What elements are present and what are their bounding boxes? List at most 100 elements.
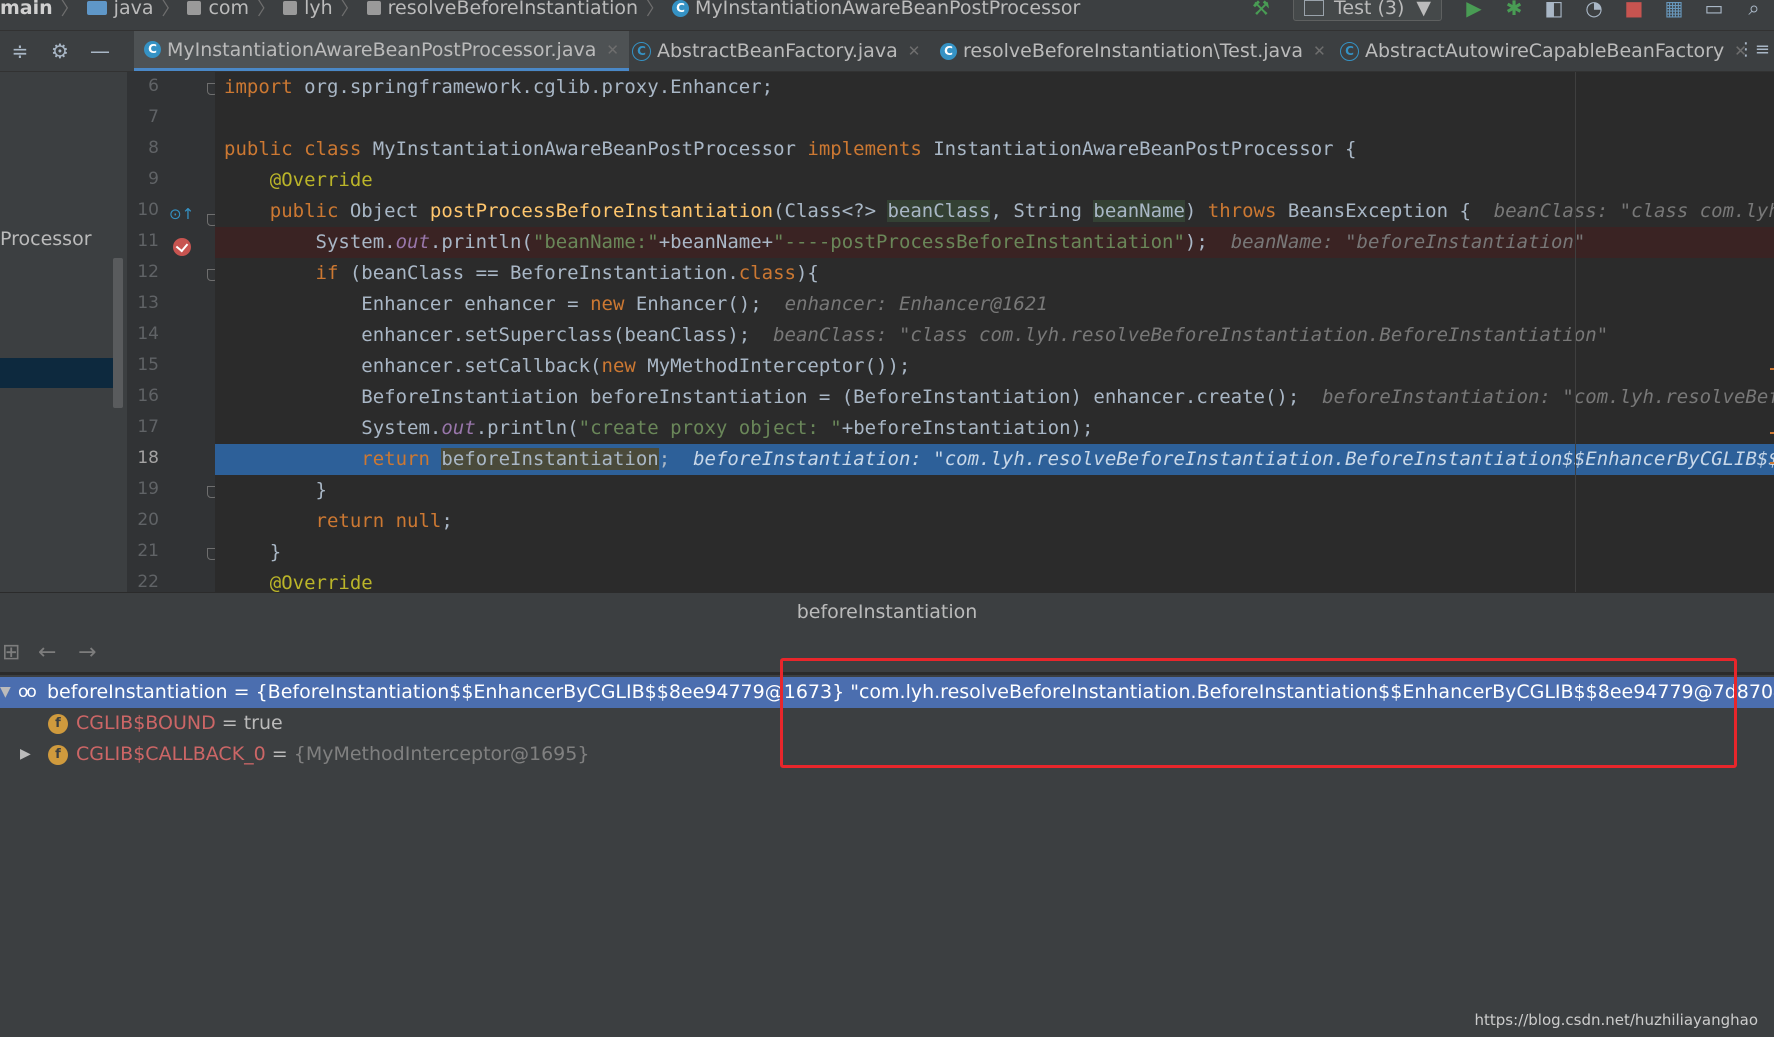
add-to-watches-icon[interactable]: ⊞ [2,640,20,665]
code-text: ; [658,448,671,470]
line-number: 11 [137,231,159,251]
search-icon[interactable]: ⌕ [1741,0,1767,20]
implements-method-icon[interactable]: ⊙↑ [169,205,194,223]
variable: beforeInstantiation [441,448,659,470]
breadcrumb-com[interactable]: com [187,0,249,19]
code-text: (beanClass == BeforeInstantiation. [338,262,739,284]
collapsed-arrow-icon[interactable]: ▶ [20,739,31,770]
tab-abstract-autowire[interactable]: C AbstractAutowireCapableBeanFactory ✕ [1330,31,1757,71]
breadcrumb-label: lyh [304,0,333,19]
error-stripe-mark[interactable] [1770,368,1774,370]
breadcrumb-label: java [113,0,154,19]
code-line-17: System.out.println("create proxy object:… [215,413,1774,444]
error-stripe-mark[interactable] [1770,462,1774,464]
watch-glasses-icon: oo [18,682,37,702]
class-icon: C [144,41,161,58]
inline-debug-value: beforeInstantiation: "com.lyh.resolveBef… [1322,386,1774,408]
line-number: 22 [137,572,159,592]
equals-sign: = [265,743,294,765]
annotation-highlight-box [780,658,1737,768]
parameter: beanClass [887,200,991,222]
code-line-6: import org.springframework.cglib.proxy.E… [215,72,1774,103]
hide-panel-icon[interactable]: — [80,39,120,63]
code-text: System. [361,417,442,439]
breadcrumb-separator-icon: 〉 [257,0,276,20]
collapse-all-icon[interactable]: ≑ [0,39,40,63]
evaluate-popup-title: beforeInstantiation [0,592,1774,632]
close-icon[interactable]: ✕ [908,42,921,60]
breadcrumb-label: main [0,0,53,19]
breadcrumb-package[interactable]: resolveBeforeInstantiation [366,0,639,19]
project-tree-selected-row[interactable] [0,358,113,388]
code-text: Enhancer(); [624,293,762,315]
breadcrumb-lyh[interactable]: lyh [283,0,333,19]
keyword: import [224,76,293,98]
code-text: } [315,479,327,501]
build-hammer-icon[interactable]: ⚒ [1248,0,1274,20]
code-line-19: } [215,475,1774,506]
gear-icon[interactable]: ⚙ [40,39,80,63]
breadcrumb-separator-icon: 〉 [340,0,359,20]
string-literal: "create proxy object: " [578,417,842,439]
breadcrumb-java[interactable]: java [86,0,154,19]
keyword: return [315,510,385,532]
inline-debug-value: beforeInstantiation: "com.lyh.resolveBef… [693,448,1774,470]
breadcrumb-label: resolveBeforeInstantiation [387,0,639,19]
code-line-20: return null; [215,506,1774,537]
inline-debug-value: beanName: "beforeInstantiation" [1230,231,1586,253]
field-icon: f [48,714,68,734]
line-number: 16 [137,386,159,406]
code-line-18-execution-point: return beforeInstantiation; beforeInstan… [215,444,1774,475]
tab-list-menu-icon[interactable]: ⋮≡ [1737,39,1770,60]
close-icon[interactable]: ✕ [1313,42,1326,60]
profile-icon[interactable]: ◔ [1581,0,1607,20]
keyword: throws [1207,200,1277,222]
tab-abstract-bean-factory[interactable]: C AbstractBeanFactory.java ✕ [622,31,930,71]
code-line-14: enhancer.setSuperclass(beanClass); beanC… [215,320,1774,351]
run-configuration-select[interactable]: Test (3) ▼ [1293,0,1442,21]
breadcrumb-main[interactable]: main [0,0,53,19]
forward-arrow-icon[interactable]: → [78,640,96,665]
coverage-icon[interactable]: ◧ [1541,0,1567,20]
editor-gutter: 6 7 8 9 10 11 12 13 14 15 16 17 18 19 20… [127,72,218,592]
project-scrollbar[interactable] [113,258,123,408]
code-text: System. [315,231,396,253]
package-icon [366,1,381,15]
close-icon[interactable]: ✕ [606,41,619,59]
field-value: {MyMethodInterceptor@1695} [293,743,590,765]
stop-icon[interactable]: ■ [1621,0,1647,20]
tab-my-instantiation-aware[interactable]: C MyInstantiationAwareBeanPostProcessor.j… [134,31,629,71]
code-text: Enhancer enhancer = [361,293,591,315]
breakpoint-icon[interactable] [173,238,191,256]
package-icon [283,1,298,15]
code-line-21: } [215,537,1774,568]
code-editor[interactable]: import org.springframework.cglib.proxy.E… [215,72,1774,592]
breadcrumb-class[interactable]: C MyInstantiationAwareBeanPostProcessor [672,0,1080,19]
code-text: enhancer.setCallback( [361,355,602,377]
package-icon [187,1,202,15]
code-text: .println( [475,417,579,439]
code-text: enhancer.setSuperclass(beanClass); [361,324,751,346]
static-field: out [441,417,476,439]
debug-icon[interactable]: ✱ [1501,0,1527,20]
code-text: ){ [795,262,819,284]
back-arrow-icon[interactable]: ← [38,640,56,665]
code-line-15: enhancer.setCallback(new MyMethodInterce… [215,351,1774,382]
config-icon [1304,0,1324,16]
inline-debug-value: enhancer: Enhancer@1621 [784,293,1048,315]
run-icon[interactable]: ▶ [1461,0,1487,20]
code-text: BeansException { [1276,200,1471,222]
method-name: postProcessBeforeInstantiation [429,200,774,222]
code-text: +beanName+ [658,231,774,253]
project-tree-item[interactable]: Processor [0,228,92,250]
line-number: 10 [137,200,159,220]
expanded-arrow-icon[interactable]: ▼ [0,677,11,708]
code-text: ); [1184,231,1208,253]
tab-test[interactable]: CresolveBeforeInstantiation\Test.java ✕ [930,31,1336,71]
keyword: class [738,262,796,284]
project-structure-icon[interactable]: ▦ [1661,0,1687,20]
error-stripe-mark[interactable] [1770,432,1774,434]
terminal-icon[interactable]: ▭ [1701,0,1727,20]
tab-label: AbstractAutowireCapableBeanFactory [1365,40,1725,62]
code-line-10: public Object postProcessBeforeInstantia… [215,196,1774,227]
